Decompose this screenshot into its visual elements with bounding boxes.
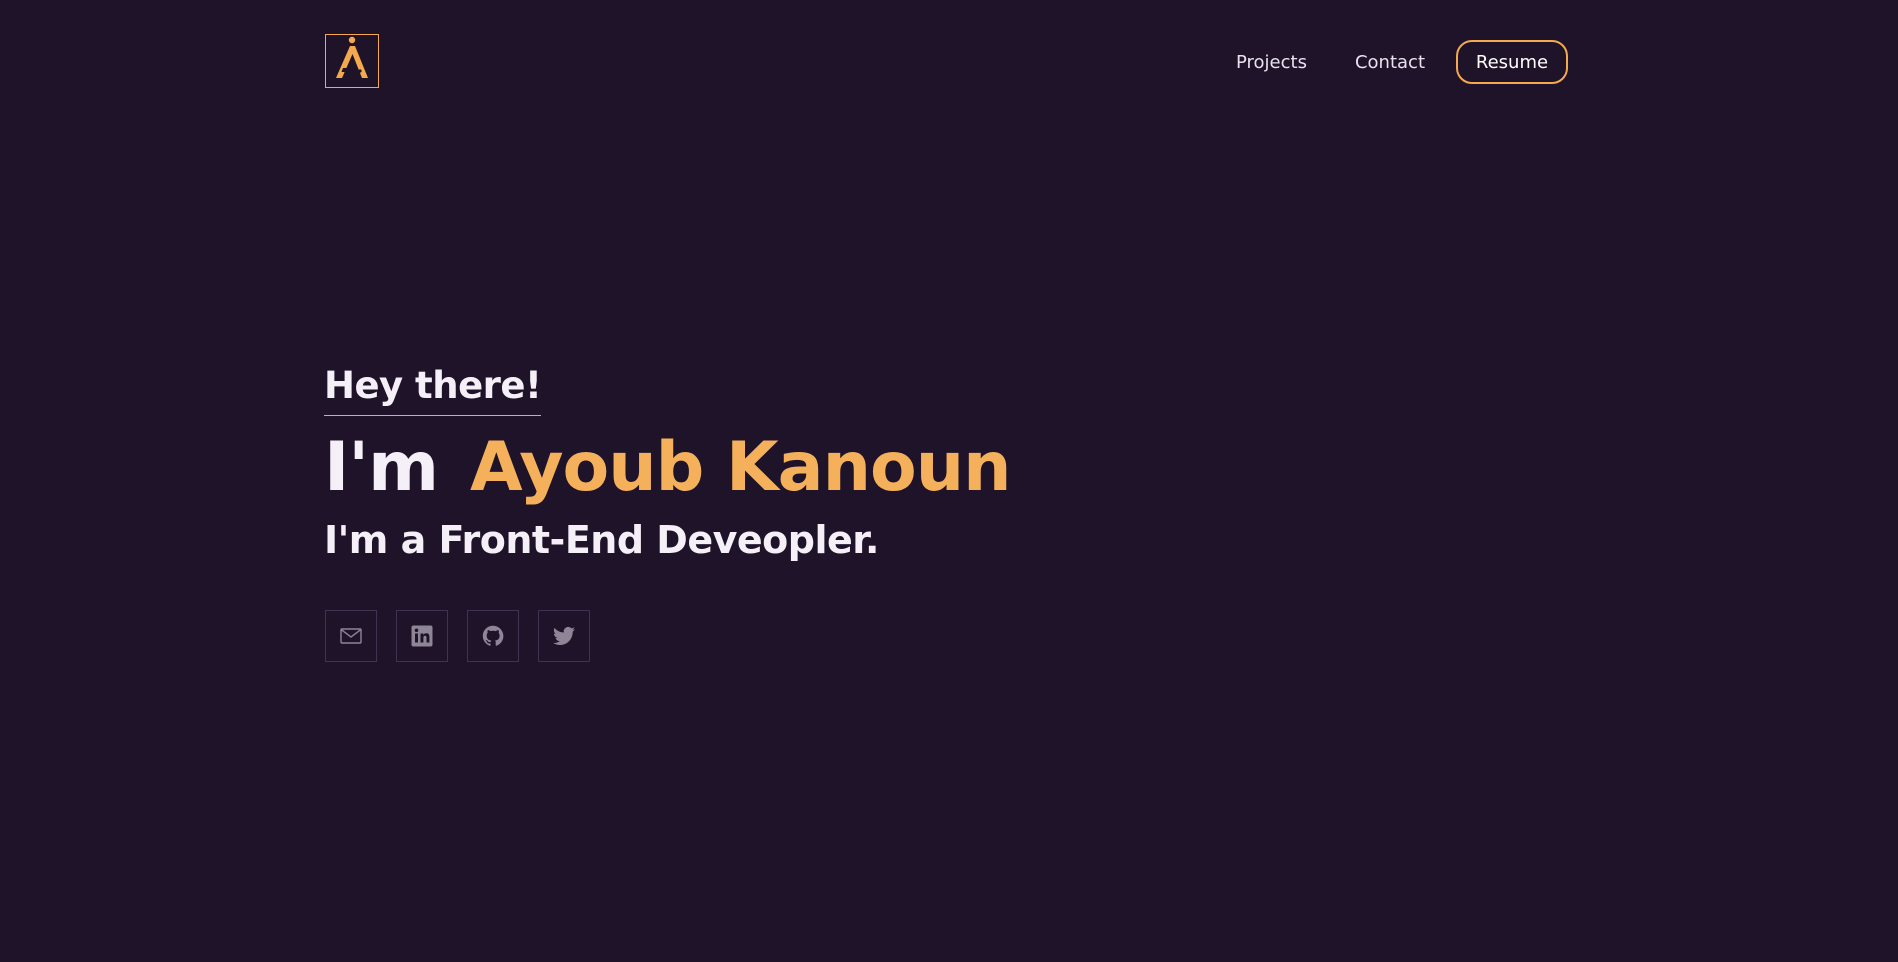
greeting: Hey there! [324, 360, 542, 416]
page: Projects Contact Resume Hey there! I'm Ay… [0, 0, 1898, 962]
linkedin-link[interactable] [396, 610, 448, 662]
hero-headline: I'm Ayoub Kanoun [324, 428, 1012, 508]
logo[interactable] [325, 34, 379, 88]
headline-im: I'm [324, 428, 439, 507]
mail-link[interactable] [325, 610, 377, 662]
headline-name: Ayoub Kanoun [469, 428, 1012, 507]
logo-a-icon [336, 36, 368, 78]
resume-button[interactable]: Resume [1456, 40, 1568, 84]
nav-contact-link[interactable]: Contact [1355, 52, 1425, 73]
github-link[interactable] [467, 610, 519, 662]
hero: Hey there! I'm Ayoub Kanoun I'm a Front-E… [324, 360, 1012, 568]
twitter-icon [553, 626, 575, 645]
main-nav: Projects Contact Resume [1236, 40, 1568, 84]
mail-icon [340, 628, 362, 644]
linkedin-icon [411, 625, 433, 647]
github-icon [482, 625, 504, 646]
social-links [325, 610, 609, 662]
nav-projects-link[interactable]: Projects [1236, 52, 1307, 73]
role-line: I'm a Front-End Deveopler. [324, 518, 879, 562]
twitter-link[interactable] [538, 610, 590, 662]
